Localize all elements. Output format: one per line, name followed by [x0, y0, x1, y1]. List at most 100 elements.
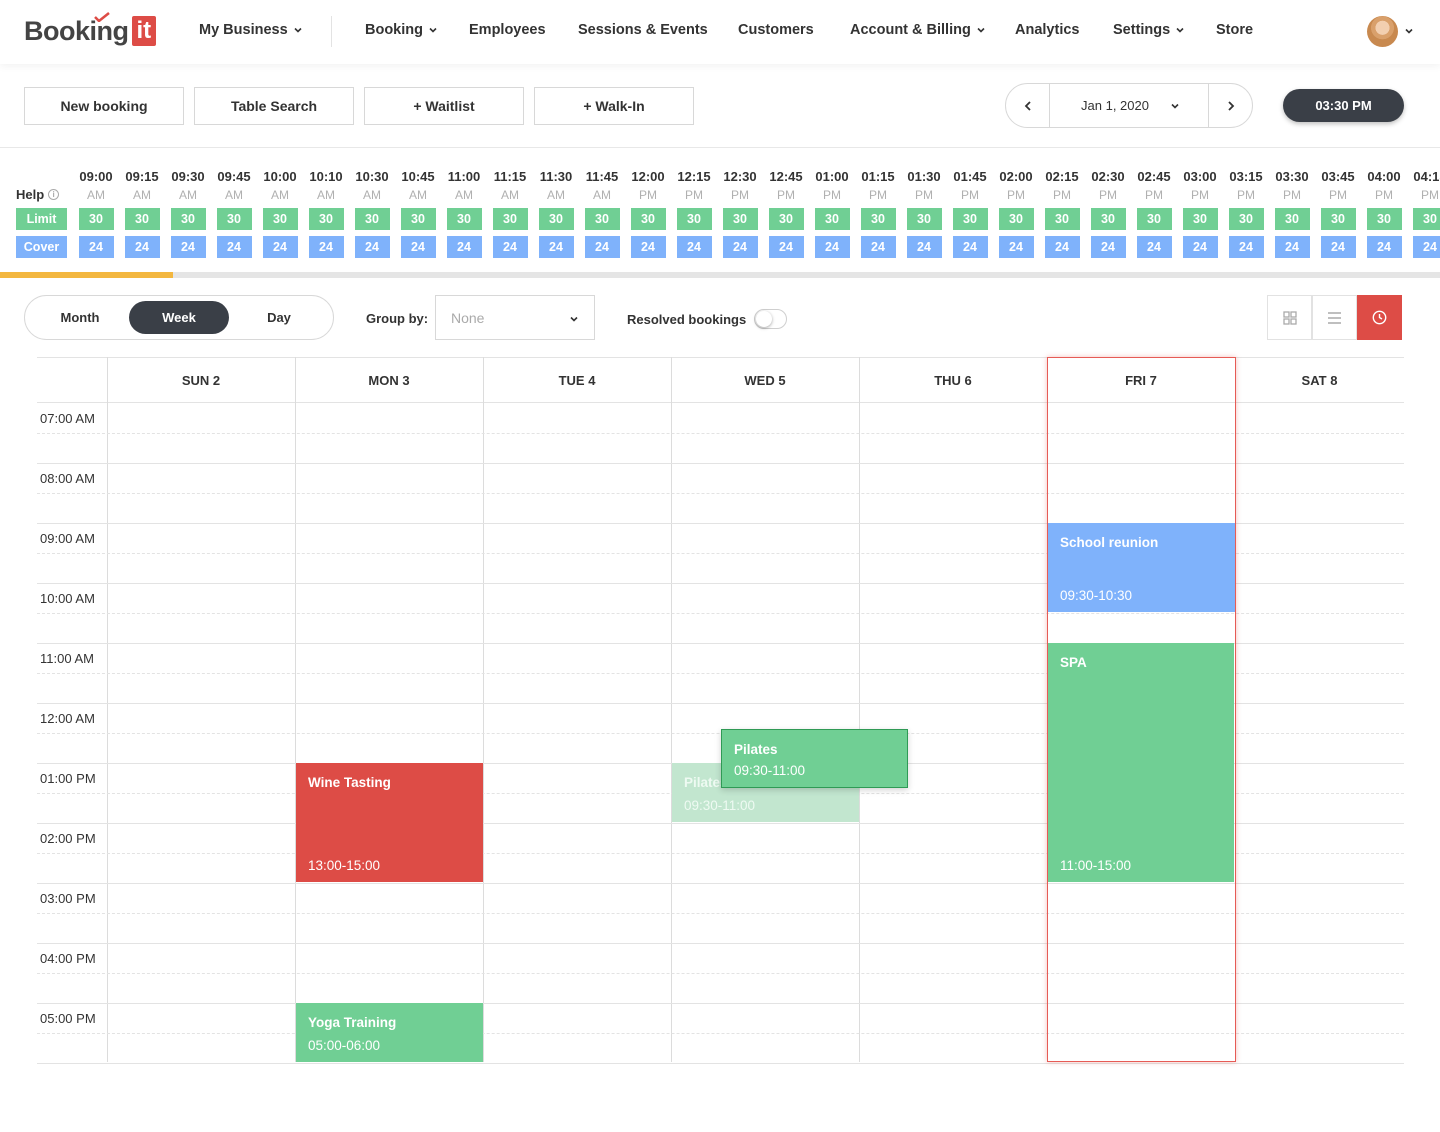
- day-header[interactable]: SAT 8: [1235, 357, 1404, 403]
- nav-my-business[interactable]: My Business: [199, 22, 302, 38]
- list-view-button[interactable]: [1312, 295, 1357, 340]
- slot-cover-cell[interactable]: 24: [1136, 236, 1172, 258]
- prev-date-button[interactable]: [1006, 84, 1050, 127]
- slot-cover-cell[interactable]: 24: [538, 236, 574, 258]
- slot-limit-cell[interactable]: 30: [1090, 208, 1126, 230]
- slot-cover-cell[interactable]: 24: [906, 236, 942, 258]
- slot-cover-cell[interactable]: 24: [998, 236, 1034, 258]
- slot-limit-cell[interactable]: 30: [1228, 208, 1264, 230]
- slot-limit-cell[interactable]: 30: [1136, 208, 1172, 230]
- slot-limit-cell[interactable]: 30: [584, 208, 620, 230]
- slot-cover-cell[interactable]: 24: [952, 236, 988, 258]
- slot-limit-cell[interactable]: 30: [1182, 208, 1218, 230]
- slot-limit-cell[interactable]: 30: [814, 208, 850, 230]
- slot-limit-cell[interactable]: 30: [860, 208, 896, 230]
- slot-limit-cell[interactable]: 30: [768, 208, 804, 230]
- slot-cover-cell[interactable]: 24: [492, 236, 528, 258]
- slot-limit-cell[interactable]: 30: [308, 208, 344, 230]
- slot-limit-cell[interactable]: 30: [216, 208, 252, 230]
- current-time-button[interactable]: 03:30 PM: [1283, 89, 1404, 122]
- nav-account-billing[interactable]: Account & Billing: [850, 22, 985, 38]
- slot-limit-cell[interactable]: 30: [538, 208, 574, 230]
- day-header[interactable]: MON 3: [295, 357, 483, 403]
- view-month-button[interactable]: Month: [30, 301, 130, 334]
- nav-analytics[interactable]: Analytics: [1015, 22, 1079, 38]
- day-header[interactable]: THU 6: [859, 357, 1047, 403]
- slot-limit-cell[interactable]: 30: [446, 208, 482, 230]
- add-waitlist-button[interactable]: + Waitlist: [364, 87, 524, 125]
- day-header[interactable]: TUE 4: [483, 357, 671, 403]
- slot-cover-cell[interactable]: 24: [630, 236, 666, 258]
- slot-cover-cell[interactable]: 24: [814, 236, 850, 258]
- event-yoga-training[interactable]: Yoga Training 05:00-06:00: [296, 1003, 483, 1062]
- view-day-button[interactable]: Day: [229, 301, 329, 334]
- slot-limit-cell[interactable]: 30: [906, 208, 942, 230]
- slot-limit-cell[interactable]: 30: [78, 208, 114, 230]
- slot-limit-cell[interactable]: 30: [124, 208, 160, 230]
- day-header[interactable]: SUN 2: [107, 357, 295, 403]
- slot-cover-cell[interactable]: 24: [308, 236, 344, 258]
- timeline-view-button[interactable]: [1357, 295, 1402, 340]
- nav-settings[interactable]: Settings: [1113, 22, 1184, 38]
- slot-limit-cell[interactable]: 30: [170, 208, 206, 230]
- slot-cover-cell[interactable]: 24: [676, 236, 712, 258]
- next-date-button[interactable]: [1208, 84, 1252, 127]
- slot-cover-cell[interactable]: 24: [262, 236, 298, 258]
- date-select[interactable]: Jan 1, 2020: [1051, 84, 1209, 127]
- new-booking-button[interactable]: New booking: [24, 87, 184, 125]
- slot-limit-cell[interactable]: 30: [1320, 208, 1356, 230]
- slot-cover-cell[interactable]: 24: [1412, 236, 1440, 258]
- slot-limit-cell[interactable]: 30: [492, 208, 528, 230]
- resolved-bookings-toggle[interactable]: [754, 309, 787, 329]
- slot-limit-cell[interactable]: 30: [1412, 208, 1440, 230]
- slot-cover-cell[interactable]: 24: [1090, 236, 1126, 258]
- slot-cover-cell[interactable]: 24: [446, 236, 482, 258]
- slot-cover-cell[interactable]: 24: [78, 236, 114, 258]
- slot-limit-cell[interactable]: 30: [1366, 208, 1402, 230]
- slot-limit-cell[interactable]: 30: [262, 208, 298, 230]
- nav-booking[interactable]: Booking: [365, 22, 437, 38]
- chevron-down-icon[interactable]: [1405, 27, 1413, 35]
- help-link[interactable]: Help i: [16, 187, 60, 202]
- slot-cover-cell[interactable]: 24: [1182, 236, 1218, 258]
- slot-cover-cell[interactable]: 24: [1274, 236, 1310, 258]
- slot-limit-cell[interactable]: 30: [1044, 208, 1080, 230]
- slot-limit-cell[interactable]: 30: [722, 208, 758, 230]
- add-walkin-button[interactable]: + Walk-In: [534, 87, 694, 125]
- group-by-select[interactable]: None: [435, 295, 595, 340]
- slot-cover-cell[interactable]: 24: [1320, 236, 1356, 258]
- view-week-button[interactable]: Week: [129, 301, 229, 334]
- table-search-button[interactable]: Table Search: [194, 87, 354, 125]
- app-logo[interactable]: Booking it: [24, 12, 157, 48]
- event-wine-tasting[interactable]: Wine Tasting 13:00-15:00: [296, 763, 483, 882]
- slot-cover-cell[interactable]: 24: [124, 236, 160, 258]
- user-avatar[interactable]: [1367, 16, 1398, 47]
- slot-limit-cell[interactable]: 30: [952, 208, 988, 230]
- nav-sessions-events[interactable]: Sessions & Events: [578, 22, 708, 38]
- event-pilates-dragging[interactable]: Pilates 09:30-11:00: [721, 729, 908, 788]
- slot-limit-cell[interactable]: 30: [1274, 208, 1310, 230]
- slot-cover-cell[interactable]: 24: [860, 236, 896, 258]
- slot-limit-cell[interactable]: 30: [676, 208, 712, 230]
- day-header[interactable]: WED 5: [671, 357, 859, 403]
- slot-cover-cell[interactable]: 24: [170, 236, 206, 258]
- slot-cover-cell[interactable]: 24: [722, 236, 758, 258]
- event-spa[interactable]: SPA 11:00-15:00: [1048, 643, 1234, 882]
- slot-cover-cell[interactable]: 24: [216, 236, 252, 258]
- event-school-reunion[interactable]: School reunion 09:30-10:30: [1048, 523, 1235, 612]
- grid-view-button[interactable]: [1267, 295, 1312, 340]
- slot-limit-cell[interactable]: 30: [630, 208, 666, 230]
- slot-cover-cell[interactable]: 24: [400, 236, 436, 258]
- nav-employees[interactable]: Employees: [469, 22, 546, 38]
- slot-cover-cell[interactable]: 24: [584, 236, 620, 258]
- slot-cover-cell[interactable]: 24: [1044, 236, 1080, 258]
- slot-cover-cell[interactable]: 24: [768, 236, 804, 258]
- slot-cover-cell[interactable]: 24: [1366, 236, 1402, 258]
- slot-limit-cell[interactable]: 30: [354, 208, 390, 230]
- slot-limit-cell[interactable]: 30: [400, 208, 436, 230]
- slot-cover-cell[interactable]: 24: [1228, 236, 1264, 258]
- nav-store[interactable]: Store: [1216, 22, 1253, 38]
- day-header[interactable]: FRI 7: [1047, 357, 1235, 403]
- slot-cover-cell[interactable]: 24: [354, 236, 390, 258]
- nav-customers[interactable]: Customers: [738, 22, 814, 38]
